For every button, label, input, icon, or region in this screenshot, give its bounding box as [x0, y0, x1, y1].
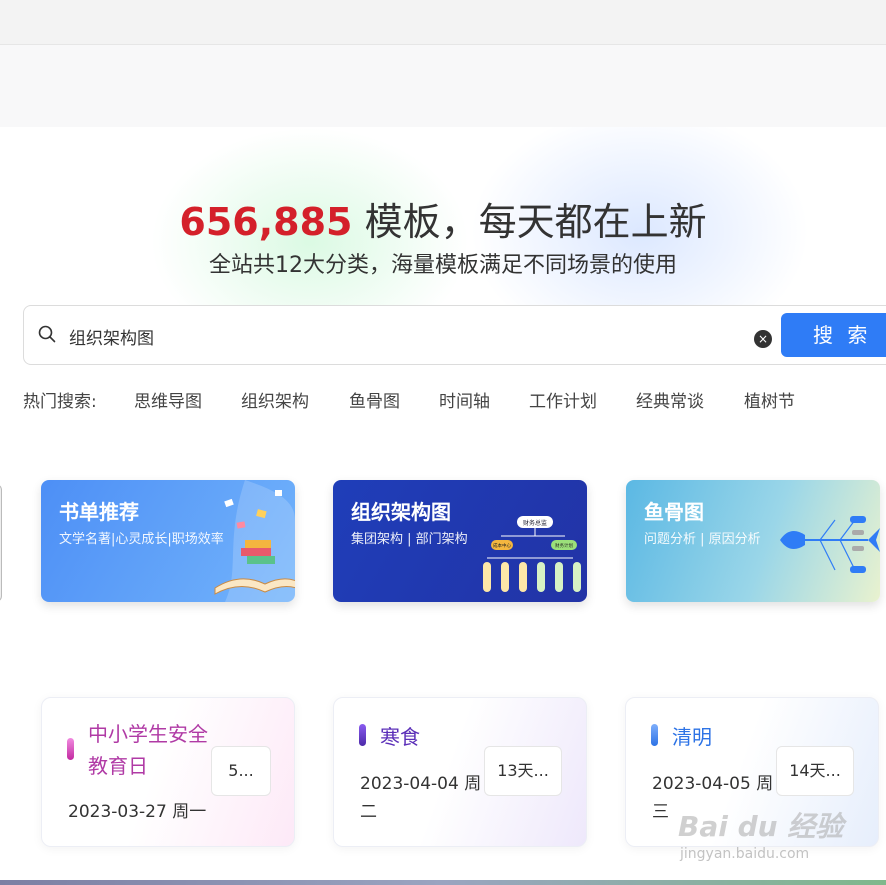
- card-subtitle: 集团架构 | 部门架构: [351, 532, 468, 547]
- festival-date: 2023-03-27 周一: [68, 802, 207, 822]
- org-chart-icon: 财务总监 成本中心 财务计划: [483, 516, 581, 592]
- hot-search-item[interactable]: 工作计划: [529, 387, 597, 412]
- festival-date-line2: 三: [652, 802, 669, 822]
- category-card-orgchart[interactable]: 组织架构图 集团架构 | 部门架构 财务总监 成本中心 财务计划: [333, 480, 587, 602]
- hero-headline: 656,885 模板，每天都在上新: [0, 191, 886, 246]
- category-card-fishbone[interactable]: 鱼骨图 问题分析 | 原因分析: [626, 480, 880, 602]
- hero-subline: 全站共12大分类，海量模板满足不同场景的使用: [209, 253, 677, 278]
- festival-date: 2023-04-05 周: [652, 774, 774, 794]
- org-root-node: 财务总监: [523, 519, 547, 527]
- search-icon: [38, 325, 56, 343]
- hot-search-item[interactable]: 植树节: [744, 387, 795, 412]
- hot-search-label: 热门搜索:: [23, 392, 97, 412]
- hot-search-item[interactable]: 组织架构: [241, 387, 309, 412]
- open-book-icon: [214, 480, 295, 602]
- festival-title: 寒食: [380, 725, 420, 749]
- browser-top-bar: [0, 0, 886, 45]
- carousel-prev-card-edge[interactable]: [0, 484, 2, 602]
- festival-title: 清明: [672, 725, 712, 749]
- fishbone-icon: [780, 516, 880, 573]
- watermark-brand: Bai du 经验: [678, 810, 844, 843]
- bottom-divider: [0, 880, 886, 885]
- hot-search-item[interactable]: 思维导图: [134, 387, 202, 412]
- festival-date: 2023-04-04 周: [360, 774, 482, 794]
- hot-search-item[interactable]: 鱼骨图: [349, 387, 400, 412]
- hot-search-item[interactable]: 经典常谈: [636, 387, 704, 412]
- search-button[interactable]: 搜 索: [781, 313, 886, 357]
- festival-countdown-badge: 14天...: [776, 746, 854, 796]
- card-title: 书单推荐: [59, 500, 139, 524]
- org-branch-node: 财务计划: [555, 542, 573, 549]
- festival-countdown-badge: 5...: [211, 746, 271, 796]
- search-input[interactable]: 组织架构图: [69, 324, 154, 349]
- headline-text: 模板，每天都在上新: [352, 200, 707, 244]
- clear-icon[interactable]: ×: [754, 330, 772, 348]
- festival-date-line2: 二: [360, 802, 377, 822]
- hot-search-item[interactable]: 时间轴: [439, 387, 490, 412]
- watermark-url: jingyan.baidu.com: [680, 846, 810, 862]
- card-subtitle: 问题分析 | 原因分析: [644, 532, 761, 547]
- search-box: 组织架构图 × 搜 索: [23, 305, 886, 365]
- festival-title: 中小学生安全: [88, 722, 208, 746]
- template-count: 656,885: [179, 200, 353, 244]
- festival-countdown-badge: 13天...: [484, 746, 562, 796]
- festival-card[interactable]: 寒食 2023-04-04 周 二 13天...: [333, 697, 587, 847]
- festival-title-line2: 教育日: [88, 754, 148, 778]
- header-banner-area: [0, 45, 886, 127]
- card-title: 组织架构图: [351, 500, 451, 524]
- card-title: 鱼骨图: [644, 500, 704, 524]
- festival-card[interactable]: 中小学生安全 教育日 2023-03-27 周一 5...: [41, 697, 295, 847]
- category-card-booklist[interactable]: 书单推荐 文学名著|心灵成长|职场效率: [41, 480, 295, 602]
- hot-search-bar: 热门搜索: 思维导图 组织架构 鱼骨图 时间轴 工作计划 经典常谈 植树节: [0, 387, 886, 412]
- org-branch-node: 成本中心: [493, 542, 511, 549]
